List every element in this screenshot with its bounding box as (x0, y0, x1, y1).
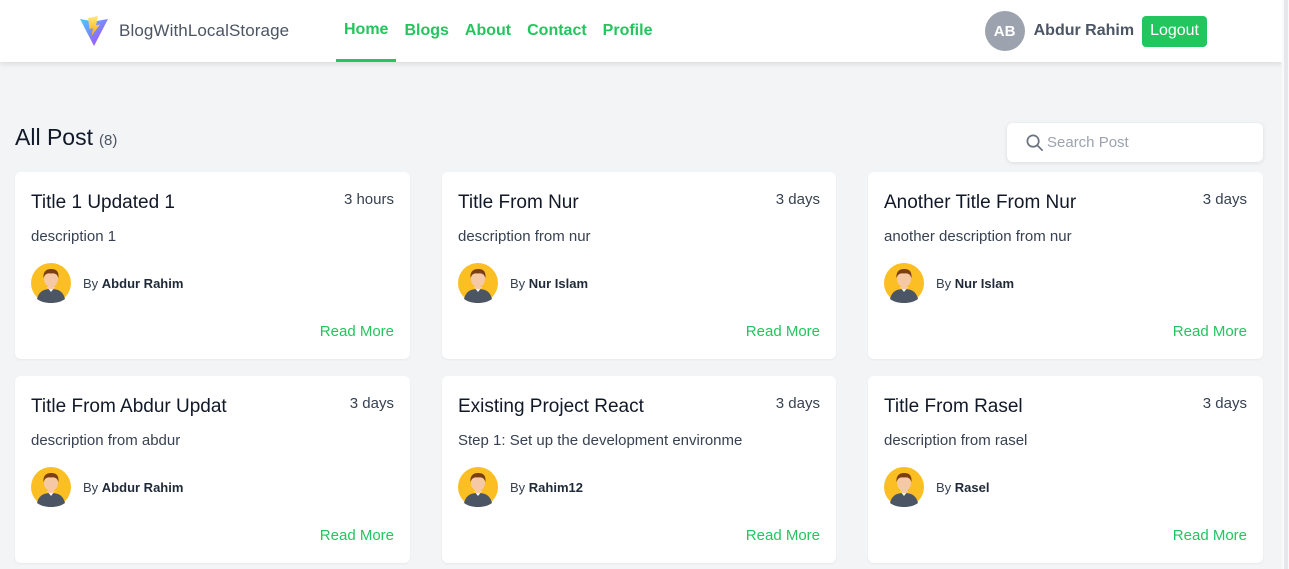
nav-item-about[interactable]: About (457, 0, 519, 62)
author-text: By Nur Islam (510, 276, 588, 291)
search-box (1007, 123, 1263, 162)
author-by-label: By (510, 275, 526, 291)
main-nav: Home Blogs About Contact Profile (336, 0, 660, 62)
post-description: description from abdur (31, 432, 181, 449)
user-avatar-icon (31, 467, 71, 507)
author-by-label: By (83, 275, 99, 291)
user-menu: AB Abdur Rahim Logout (984, 11, 1207, 51)
post-time: 3 days (775, 191, 820, 208)
post-time: 3 days (1202, 191, 1247, 208)
user-avatar-icon (31, 263, 71, 303)
read-more-link[interactable]: Read More (746, 527, 820, 544)
read-more-link[interactable]: Read More (1173, 323, 1247, 340)
post-description: Step 1: Set up the development environme (458, 432, 743, 449)
post-description: description from rasel (884, 432, 1028, 449)
post-time: 3 hours (343, 191, 394, 208)
post-time: 3 days (775, 395, 820, 412)
post-author: By Nur Islam (458, 263, 588, 303)
logout-button[interactable]: Logout (1142, 15, 1207, 47)
author-text: By Rahim12 (510, 480, 583, 495)
post-author: By Rahim12 (458, 467, 583, 507)
user-initials-avatar[interactable]: AB (984, 11, 1025, 51)
post-title: Existing Project React (458, 396, 644, 417)
author-text: By Abdur Rahim (83, 276, 183, 291)
post-author: By Abdur Rahim (31, 467, 183, 507)
author-text: By Rasel (936, 480, 990, 495)
brand[interactable]: BlogWithLocalStorage (79, 15, 289, 47)
user-avatar-icon (458, 263, 498, 303)
post-description: description from nur (458, 228, 591, 245)
search-icon (1026, 134, 1043, 151)
page-scrollbar[interactable] (1282, 0, 1289, 569)
read-more-link[interactable]: Read More (320, 323, 394, 340)
page-title: All Post (15, 124, 93, 150)
post-author: By Nur Islam (884, 263, 1014, 303)
brand-name: BlogWithLocalStorage (119, 21, 290, 40)
scrollbar-thumb[interactable] (1284, 0, 1288, 569)
post-card: Title From Rasel 3 days description from r… (868, 376, 1263, 563)
vite-logo-icon (80, 16, 108, 46)
post-card: Existing Project React 3 days Step 1: Set … (442, 376, 836, 563)
post-title: Another Title From Nur (884, 192, 1077, 213)
post-author: By Rasel (884, 467, 990, 507)
search-input[interactable] (1047, 134, 1257, 151)
navbar: BlogWithLocalStorage Home Blogs About Co… (0, 0, 1282, 62)
post-description: description 1 (31, 228, 117, 245)
post-card: Title From Abdur Updat 3 days description … (15, 376, 410, 563)
section-header: All Post (8) (15, 124, 117, 151)
post-count: (8) (98, 132, 118, 149)
nav-item-contact[interactable]: Contact (519, 0, 595, 62)
author-by-label: By (83, 479, 99, 495)
author-by-label: By (936, 479, 952, 495)
read-more-link[interactable]: Read More (746, 323, 820, 340)
nav-item-profile[interactable]: Profile (595, 0, 661, 62)
nav-item-blogs[interactable]: Blogs (396, 0, 456, 62)
post-title: Title 1 Updated 1 (31, 192, 175, 213)
post-title: Title From Abdur Updat (31, 396, 227, 417)
author-by-label: By (936, 275, 952, 291)
read-more-link[interactable]: Read More (320, 527, 394, 544)
post-time: 3 days (1202, 395, 1247, 412)
post-card: Title From Nur 3 days description from nur… (442, 172, 836, 359)
author-name: Abdur Rahim (101, 479, 184, 495)
user-avatar-icon (884, 263, 924, 303)
read-more-link[interactable]: Read More (1173, 527, 1247, 544)
author-name: Nur Islam (954, 275, 1015, 291)
author-by-label: By (510, 479, 526, 495)
author-text: By Nur Islam (936, 276, 1014, 291)
post-grid: Title 1 Updated 1 3 hours description 1 By… (15, 172, 1263, 563)
post-description: another description from nur (884, 228, 1072, 245)
post-title: Title From Rasel (884, 396, 1023, 417)
user-avatar-icon (458, 467, 498, 507)
post-title: Title From Nur (458, 192, 579, 213)
post-card: Another Title From Nur 3 days another desc… (868, 172, 1263, 359)
user-avatar-icon (884, 467, 924, 507)
post-card: Title 1 Updated 1 3 hours description 1 By… (15, 172, 410, 359)
author-name: Rasel (954, 479, 990, 495)
nav-item-home[interactable]: Home (336, 0, 397, 62)
post-author: By Abdur Rahim (31, 263, 183, 303)
author-name: Rahim12 (528, 479, 583, 495)
post-time: 3 days (349, 395, 394, 412)
author-name: Nur Islam (528, 275, 589, 291)
author-text: By Abdur Rahim (83, 480, 183, 495)
author-name: Abdur Rahim (101, 275, 184, 291)
user-name: Abdur Rahim (1033, 22, 1135, 39)
